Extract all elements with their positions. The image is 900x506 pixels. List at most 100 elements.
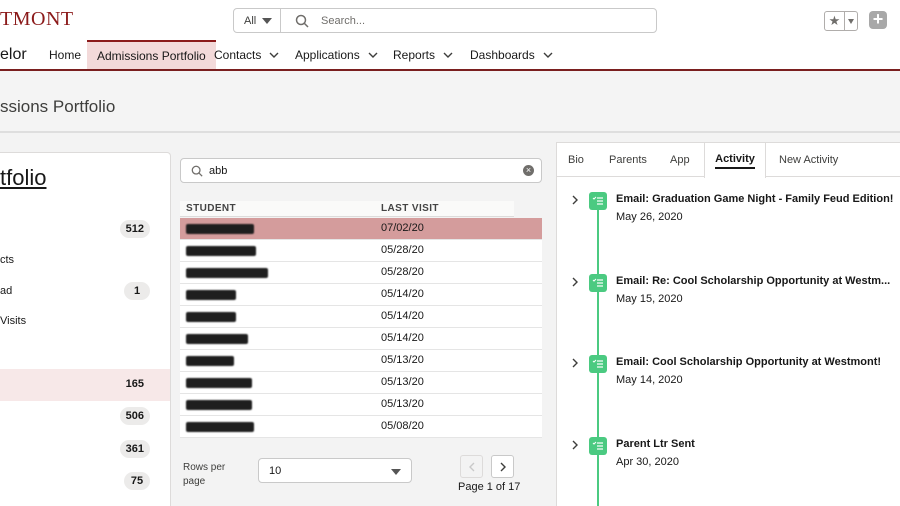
nav-item-label: Contacts: [214, 47, 262, 62]
caret-down-icon: [391, 469, 401, 475]
table-row[interactable]: 05/08/20: [180, 416, 542, 438]
previous-page-button[interactable]: [460, 455, 483, 478]
tab-new-activity[interactable]: New Activity: [779, 143, 838, 177]
redacted-student-name: [186, 422, 254, 432]
clear-icon[interactable]: ×: [523, 165, 534, 176]
search-input[interactable]: Search...: [281, 9, 656, 32]
nav-item-applications[interactable]: Applications: [295, 40, 378, 69]
table-row[interactable]: 05/14/20: [180, 284, 542, 306]
app-nav-bar: elor Home Admissions Portfolio Contacts …: [0, 40, 900, 71]
page-title: ssions Portfolio: [0, 97, 116, 116]
next-page-button[interactable]: [491, 455, 514, 478]
redacted-student-name: [186, 312, 236, 322]
search-placeholder: Search...: [321, 14, 366, 27]
table-row[interactable]: 05/13/20: [180, 372, 542, 394]
redacted-student-name: [186, 246, 256, 256]
column-header-student[interactable]: STUDENT: [186, 203, 236, 214]
activity-subject[interactable]: Email: Graduation Game Night - Family Fe…: [616, 193, 893, 205]
student-filter-input[interactable]: abb ×: [180, 158, 542, 183]
activity-date: May 14, 2020: [616, 374, 683, 386]
global-header: TMONT All Search... ★ +: [0, 0, 900, 40]
tab-activity[interactable]: Activity: [704, 143, 766, 178]
caret-down-icon: [262, 17, 273, 24]
tab-label: Activity: [715, 153, 755, 169]
search-scope-dropdown[interactable]: All: [234, 9, 281, 32]
nav-item-label: Admissions Portfolio: [97, 48, 206, 63]
nav-item-dashboards[interactable]: Dashboards: [470, 40, 553, 69]
sidebar-item-lead[interactable]: ad: [0, 285, 12, 297]
table-row[interactable]: 05/28/20: [180, 240, 542, 262]
student-list-panel: abb × STUDENT LAST VISIT 07/02/20 05/28/…: [171, 152, 555, 506]
redacted-student-name: [186, 400, 252, 410]
favorites-button[interactable]: ★: [824, 11, 858, 31]
rows-per-page-select[interactable]: 10: [258, 458, 412, 483]
table-row[interactable]: 05/13/20: [180, 350, 542, 372]
last-visit-date: 05/28/20: [381, 244, 424, 256]
portfolio-title[interactable]: tfolio: [0, 165, 46, 191]
portfolio-sidebar: tfolio 512 cts ad 1 Visits 165 506 361 7…: [0, 152, 171, 506]
caret-down-icon: [848, 18, 854, 24]
table-row[interactable]: 05/28/20: [180, 262, 542, 284]
chevron-down-icon[interactable]: [368, 50, 378, 60]
tab-label: Bio: [568, 154, 584, 166]
tab-parents[interactable]: Parents: [609, 143, 647, 177]
chevron-right-icon[interactable]: [570, 358, 580, 368]
last-visit-date: 05/14/20: [381, 310, 424, 322]
nav-item-reports[interactable]: Reports: [393, 40, 453, 69]
task-list-icon: [589, 355, 607, 373]
count-badge: 1: [124, 282, 150, 300]
activity-date: Apr 30, 2020: [616, 456, 679, 468]
last-visit-date: 05/28/20: [381, 266, 424, 278]
activity-item: Email: Graduation Game Night - Family Fe…: [557, 191, 900, 231]
redacted-student-name: [186, 356, 234, 366]
nav-item-contacts[interactable]: Contacts: [214, 40, 279, 69]
detail-tabs: Bio Parents App Activity New Activity: [557, 143, 900, 178]
activity-subject[interactable]: Email: Re: Cool Scholarship Opportunity …: [616, 275, 890, 287]
tab-bio[interactable]: Bio: [568, 143, 584, 177]
search-icon: [295, 14, 309, 28]
redacted-student-name: [186, 334, 248, 344]
task-list-icon: [589, 274, 607, 292]
task-list-icon: [589, 192, 607, 210]
nav-item-admissions-portfolio[interactable]: Admissions Portfolio: [87, 40, 216, 69]
last-visit-date: 05/13/20: [381, 376, 424, 388]
page-header: ssions Portfolio: [0, 71, 900, 133]
last-visit-date: 07/02/20: [381, 222, 424, 234]
activity-subject[interactable]: Parent Ltr Sent: [616, 438, 695, 450]
star-icon[interactable]: ★: [825, 12, 845, 30]
count-badge: 165: [125, 378, 144, 390]
activity-date: May 26, 2020: [616, 211, 683, 223]
sidebar-item-contacts[interactable]: cts: [0, 254, 14, 266]
activity-item: Email: Re: Cool Scholarship Opportunity …: [557, 273, 900, 313]
column-header-last-visit[interactable]: LAST VISIT: [381, 203, 439, 214]
chevron-down-icon[interactable]: [543, 50, 553, 60]
count-badge: 361: [119, 440, 150, 458]
tab-app[interactable]: App: [670, 143, 690, 177]
table-row[interactable]: 07/02/20: [180, 218, 542, 240]
chevron-down-icon[interactable]: [269, 50, 279, 60]
table-row[interactable]: 05/14/20: [180, 306, 542, 328]
chevron-right-icon[interactable]: [570, 277, 580, 287]
table-row[interactable]: 05/14/20: [180, 328, 542, 350]
page-indicator: Page 1 of 17: [458, 481, 521, 493]
chevron-down-icon[interactable]: [443, 50, 453, 60]
count-badge: 512: [119, 220, 150, 238]
chevron-right-icon[interactable]: [570, 195, 580, 205]
favorites-dropdown[interactable]: [845, 12, 857, 30]
filter-value: abb: [209, 164, 228, 177]
student-detail-panel: Bio Parents App Activity New Activity Em…: [556, 142, 900, 506]
activity-subject[interactable]: Email: Cool Scholarship Opportunity at W…: [616, 356, 881, 368]
sidebar-item-visits[interactable]: Visits: [0, 315, 26, 327]
chevron-right-icon[interactable]: [570, 440, 580, 450]
rows-per-page-label: Rows per page: [183, 462, 226, 487]
nav-item-home[interactable]: Home: [49, 40, 81, 69]
activity-item: Email: Cool Scholarship Opportunity at W…: [557, 354, 900, 394]
rows-per-page-value: 10: [269, 464, 282, 477]
global-actions-plus-icon[interactable]: +: [869, 10, 887, 29]
search-scope-label: All: [244, 14, 257, 27]
count-badge: 75: [124, 472, 150, 490]
table-row[interactable]: 05/13/20: [180, 394, 542, 416]
redacted-student-name: [186, 378, 252, 388]
last-visit-date: 05/13/20: [381, 354, 424, 366]
app-name: elor: [0, 46, 27, 63]
